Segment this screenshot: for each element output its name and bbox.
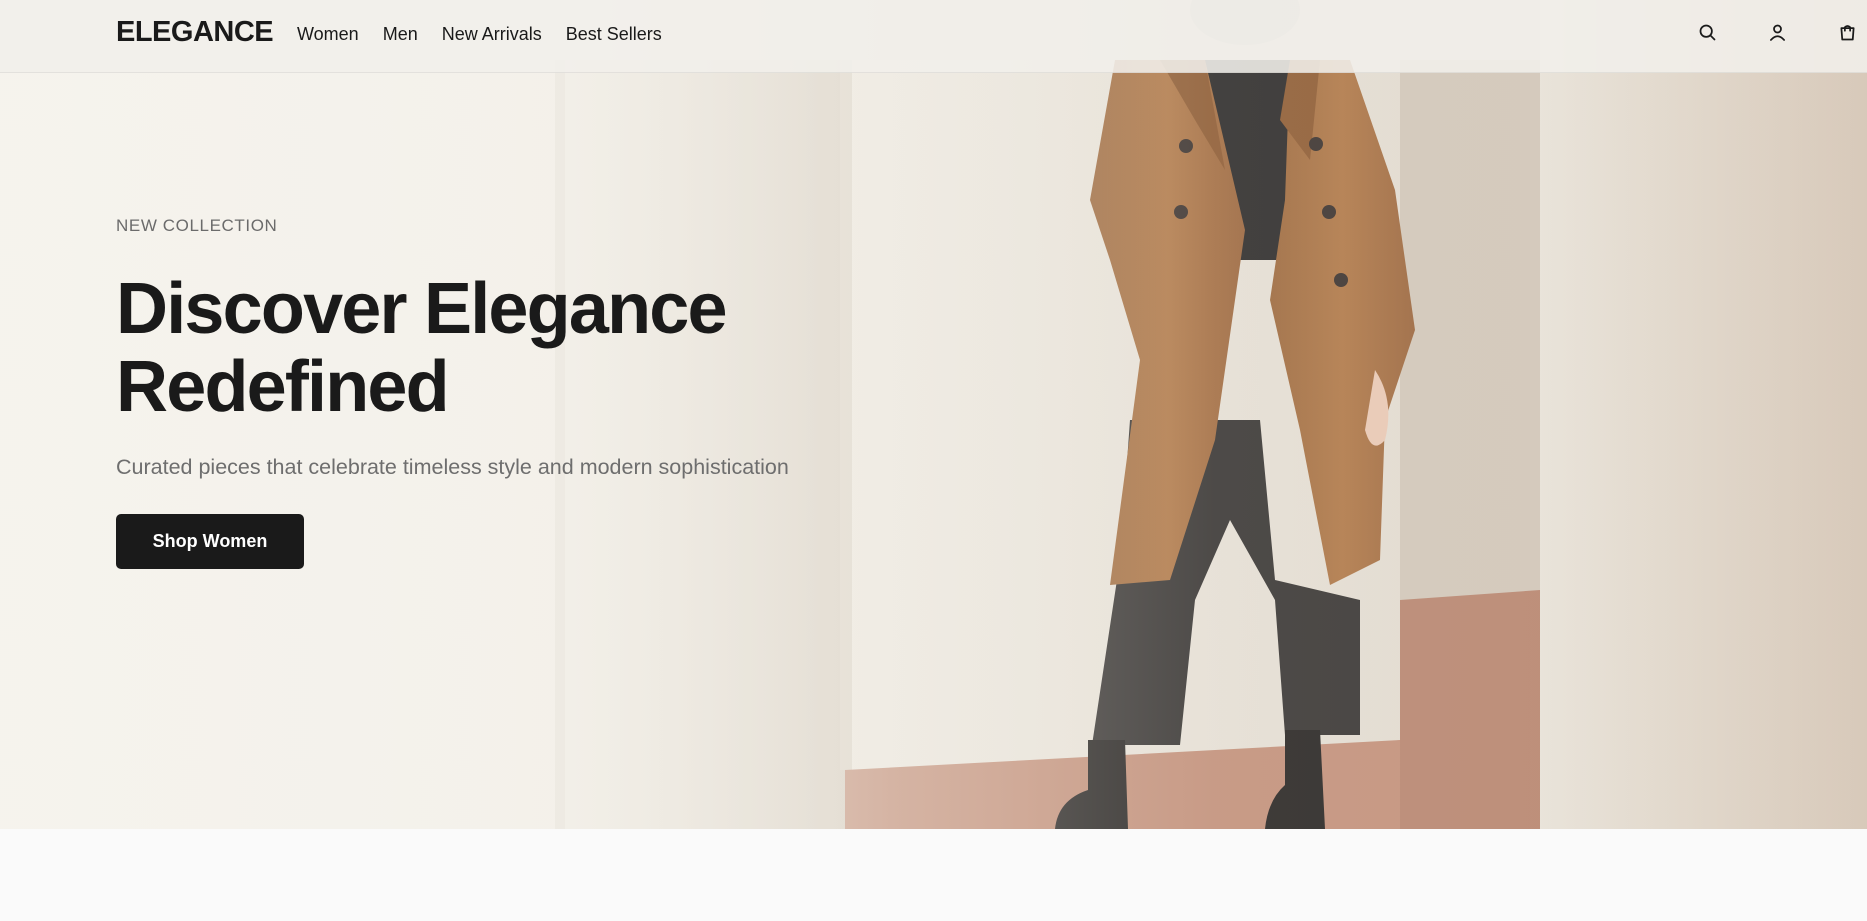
user-icon[interactable] [1763, 18, 1791, 46]
nav-item-men[interactable]: Men [383, 22, 418, 46]
header-actions [1647, 0, 1867, 73]
shopping-bag-icon[interactable] [1833, 18, 1861, 46]
hero-banner: NEW COLLECTION Discover Elegance Redefin… [0, 0, 1867, 829]
hero-eyebrow: NEW COLLECTION [116, 216, 278, 235]
nav-item-best-sellers[interactable]: Best Sellers [566, 22, 662, 46]
hero-title-line-2: Redefined [116, 347, 450, 427]
shop-women-button[interactable]: Shop Women [116, 514, 304, 569]
nav-item-new-arrivals[interactable]: New Arrivals [442, 22, 542, 46]
search-icon[interactable] [1693, 18, 1721, 46]
content-section [0, 829, 1867, 921]
hero-subtitle: Curated pieces that celebrate timeless s… [116, 455, 789, 479]
main-nav: Women Men New Arrivals Best Sellers [297, 22, 686, 46]
hero-title: Discover Elegance Redefined [116, 270, 876, 426]
brand-logo[interactable]: ELEGANCE [116, 16, 274, 49]
page: NEW COLLECTION Discover Elegance Redefin… [0, 0, 1867, 921]
nav-item-women[interactable]: Women [297, 22, 359, 46]
hero-title-line-1: Discover Elegance [116, 269, 728, 349]
site-header: ELEGANCE Women Men New Arrivals Best Sel… [0, 0, 1867, 73]
